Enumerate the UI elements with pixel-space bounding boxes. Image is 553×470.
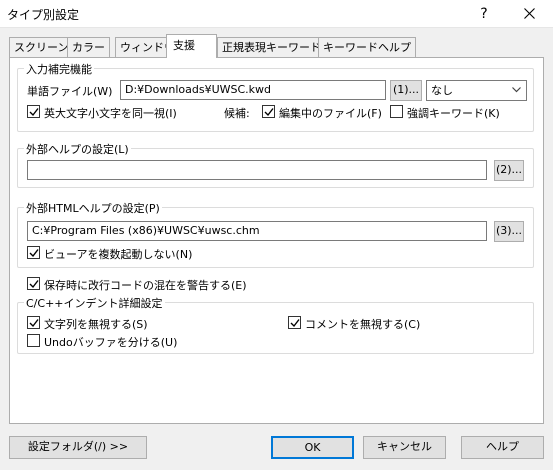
external-html-help-title: 外部HTMLヘルプの設定(P)	[24, 200, 162, 216]
split-undo-label: Undoバッファを分ける(U)	[44, 336, 178, 349]
tab-screen[interactable]: スクリーン	[9, 37, 74, 57]
help-question-button[interactable]: ?	[470, 3, 498, 25]
ignore-case-label: 英大文字小文字を同一視(I)	[44, 107, 177, 120]
close-button[interactable]	[515, 3, 543, 25]
tab-keyword-help[interactable]: キーワードヘルプ	[318, 37, 416, 57]
checkmark-icon	[264, 108, 274, 117]
external-help-title: 外部ヘルプの設定(L)	[24, 141, 131, 157]
input-completion-title: 入力補完機能	[24, 61, 94, 77]
ignore-comments-label: コメントを無視する(C)	[305, 318, 421, 331]
ok-button[interactable]: OK	[271, 436, 354, 459]
word-file-input[interactable]: D:¥Downloads¥UWSC.kwd	[120, 80, 386, 100]
checkmark-icon	[29, 108, 39, 117]
help-button[interactable]: ヘルプ	[461, 436, 544, 459]
checkmark-icon	[29, 319, 39, 328]
cancel-button[interactable]: キャンセル	[363, 436, 446, 459]
checkbox-box	[27, 334, 40, 347]
highlight-keywords-label: 強調キーワード(K)	[407, 107, 500, 120]
tab-color[interactable]: カラー	[67, 37, 110, 57]
checkmark-icon	[29, 280, 39, 289]
cpp-indent-title: C/C++インデント詳細設定	[24, 295, 165, 311]
checkbox-box	[27, 316, 40, 329]
word-file-label: 単語ファイル(W)	[27, 85, 113, 98]
tab-regex-keywords[interactable]: 正規表現キーワード	[217, 37, 326, 57]
editing-file-label: 編集中のファイル(F)	[279, 107, 382, 120]
checkbox-box	[27, 246, 40, 259]
title-bar: タイプ別設定 ?	[0, 0, 553, 28]
checkbox-box	[27, 277, 40, 290]
external-help-input[interactable]	[27, 160, 487, 180]
external-html-help-browse-button[interactable]: (3)...	[494, 221, 524, 242]
checkbox-box	[262, 105, 275, 118]
completion-mode-value: なし	[431, 84, 453, 97]
checkmark-icon	[290, 319, 300, 328]
checkmark-icon	[29, 249, 39, 258]
window-title: タイプ別設定	[7, 8, 80, 22]
checkbox-box	[390, 105, 403, 118]
completion-mode-select[interactable]: なし	[426, 80, 527, 101]
close-icon	[523, 8, 535, 19]
word-file-browse-button[interactable]: (1)...	[390, 80, 422, 101]
warn-mixed-newline-label: 保存時に改行コードの混在を警告する(E)	[44, 279, 247, 292]
ignore-strings-label: 文字列を無視する(S)	[44, 318, 148, 331]
settings-folder-button[interactable]: 設定フォルダ(/) >>	[9, 436, 147, 459]
checkbox-box	[27, 105, 40, 118]
checkbox-box	[288, 316, 301, 329]
tab-support[interactable]: 支援	[166, 34, 217, 58]
candidates-label: 候補:	[224, 107, 250, 120]
chevron-down-icon	[512, 87, 521, 93]
multi-viewer-label: ビューアを複数起動しない(N)	[44, 248, 193, 261]
external-html-help-input[interactable]: C:¥Program Files (x86)¥UWSC¥uwsc.chm	[27, 221, 487, 241]
external-help-browse-button[interactable]: (2)...	[494, 160, 524, 181]
